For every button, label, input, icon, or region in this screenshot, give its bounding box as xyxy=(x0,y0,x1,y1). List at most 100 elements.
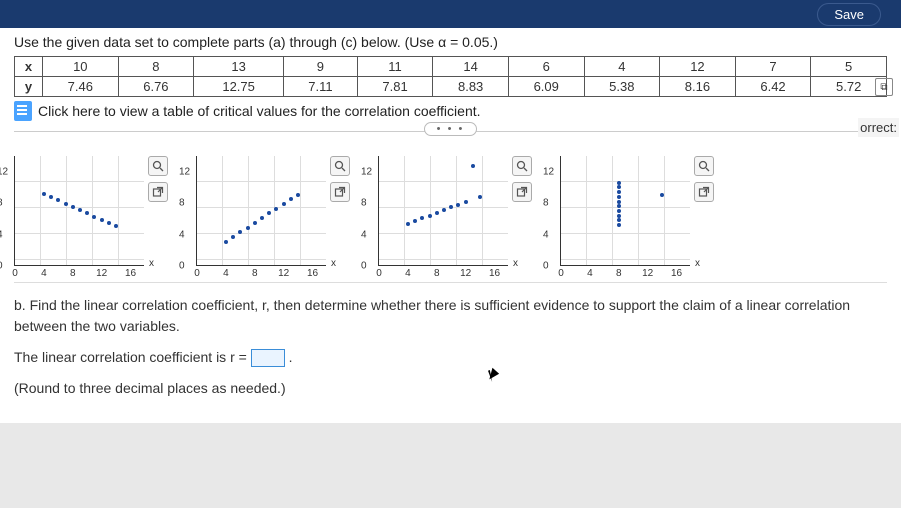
data-point xyxy=(617,204,621,208)
data-point xyxy=(78,208,82,212)
y-tick: 0 xyxy=(543,261,549,272)
critical-values-link[interactable]: Click here to view a table of critical v… xyxy=(38,103,481,119)
row-label-y: y xyxy=(15,77,43,97)
data-point xyxy=(246,226,250,230)
question-content: Use the given data set to complete parts… xyxy=(0,28,901,423)
x-tick: 4 xyxy=(41,268,47,279)
x-tick: 4 xyxy=(223,268,229,279)
y-tick: 0 xyxy=(361,261,367,272)
data-point xyxy=(617,181,621,185)
popout-icon[interactable] xyxy=(512,182,532,202)
critical-values-link-row: Click here to view a table of critical v… xyxy=(14,101,887,121)
part-b: b. Find the linear correlation coefficie… xyxy=(14,282,887,399)
data-point xyxy=(238,230,242,234)
data-point xyxy=(464,200,468,204)
zoom-icon[interactable] xyxy=(148,156,168,176)
mini-chart: 128400481216x xyxy=(14,156,144,266)
data-point xyxy=(617,195,621,199)
scatter-option-3[interactable]: 128400481216x xyxy=(378,156,532,266)
x-tick: 12 xyxy=(96,268,107,279)
r-period: . xyxy=(289,349,293,365)
popout-icon[interactable] xyxy=(694,182,714,202)
x-tick: 0 xyxy=(376,268,382,279)
data-point xyxy=(224,240,228,244)
x-axis-label: x xyxy=(331,258,336,269)
data-point xyxy=(100,218,104,222)
cell: 5.38 xyxy=(584,77,660,97)
data-point xyxy=(64,202,68,206)
data-point xyxy=(617,209,621,213)
x-tick: 12 xyxy=(460,268,471,279)
chart-tools xyxy=(330,156,350,202)
zoom-icon[interactable] xyxy=(512,156,532,176)
y-tick: 8 xyxy=(361,198,367,209)
top-bar: Save xyxy=(0,0,901,28)
mini-chart: 128400481216x xyxy=(378,156,508,266)
x-axis-label: x xyxy=(513,258,518,269)
scatter-options: 128400481216x 128400481216x 128400481216x 1… xyxy=(14,156,887,266)
x-tick: 16 xyxy=(489,268,500,279)
cell: 8.83 xyxy=(433,77,509,97)
data-point xyxy=(282,202,286,206)
data-point xyxy=(274,207,278,211)
data-point xyxy=(471,164,475,168)
cell: 12 xyxy=(660,57,736,77)
data-point xyxy=(71,205,75,209)
cell: 6.09 xyxy=(508,77,584,97)
zoom-icon[interactable] xyxy=(694,156,714,176)
cell: 14 xyxy=(433,57,509,77)
data-point xyxy=(478,195,482,199)
y-tick: 12 xyxy=(0,166,8,177)
data-point xyxy=(617,190,621,194)
popout-icon[interactable]: ⧉ xyxy=(875,78,893,96)
x-tick: 16 xyxy=(307,268,318,279)
y-tick: 8 xyxy=(543,198,549,209)
x-tick: 0 xyxy=(12,268,18,279)
x-tick: 8 xyxy=(616,268,622,279)
cell: 6.76 xyxy=(118,77,194,97)
data-point xyxy=(260,216,264,220)
data-table: x 10 8 13 9 11 14 6 4 12 7 5 y 7.46 6.76… xyxy=(14,56,887,97)
data-point xyxy=(617,223,621,227)
x-tick: 12 xyxy=(278,268,289,279)
y-tick: 4 xyxy=(361,229,367,240)
save-button[interactable]: Save xyxy=(817,3,881,26)
y-tick: 4 xyxy=(543,229,549,240)
data-point xyxy=(49,195,53,199)
x-tick: 0 xyxy=(194,268,200,279)
x-tick: 4 xyxy=(587,268,593,279)
zoom-icon[interactable] xyxy=(330,156,350,176)
data-point xyxy=(617,200,621,204)
x-tick: 16 xyxy=(671,268,682,279)
data-point xyxy=(456,203,460,207)
x-axis-label: x xyxy=(695,258,700,269)
section-divider: • • • xyxy=(14,131,887,146)
popout-icon[interactable] xyxy=(330,182,350,202)
scatter-option-1[interactable]: 128400481216x xyxy=(14,156,168,266)
document-icon xyxy=(14,101,32,121)
scatter-option-4[interactable]: 128400481216x xyxy=(560,156,714,266)
scatter-option-2[interactable]: 128400481216x xyxy=(196,156,350,266)
data-point xyxy=(42,192,46,196)
cell: 7.11 xyxy=(284,77,358,97)
expand-pill[interactable]: • • • xyxy=(424,122,478,136)
popout-icon[interactable] xyxy=(148,182,168,202)
x-tick: 8 xyxy=(434,268,440,279)
data-point xyxy=(617,218,621,222)
data-point xyxy=(92,215,96,219)
data-point xyxy=(617,214,621,218)
r-label: The linear correlation coefficient is r … xyxy=(14,349,251,365)
r-input[interactable] xyxy=(251,349,285,367)
data-point xyxy=(231,235,235,239)
data-point xyxy=(413,219,417,223)
data-point xyxy=(85,211,89,215)
y-tick: 12 xyxy=(543,166,554,177)
part-b-text: b. Find the linear correlation coefficie… xyxy=(14,297,850,334)
cell: 7.46 xyxy=(43,77,119,97)
x-tick: 16 xyxy=(125,268,136,279)
y-tick: 8 xyxy=(0,198,3,209)
question-prompt: Use the given data set to complete parts… xyxy=(14,34,887,50)
cell: 11 xyxy=(357,57,433,77)
data-point xyxy=(660,193,664,197)
y-tick: 12 xyxy=(179,166,190,177)
